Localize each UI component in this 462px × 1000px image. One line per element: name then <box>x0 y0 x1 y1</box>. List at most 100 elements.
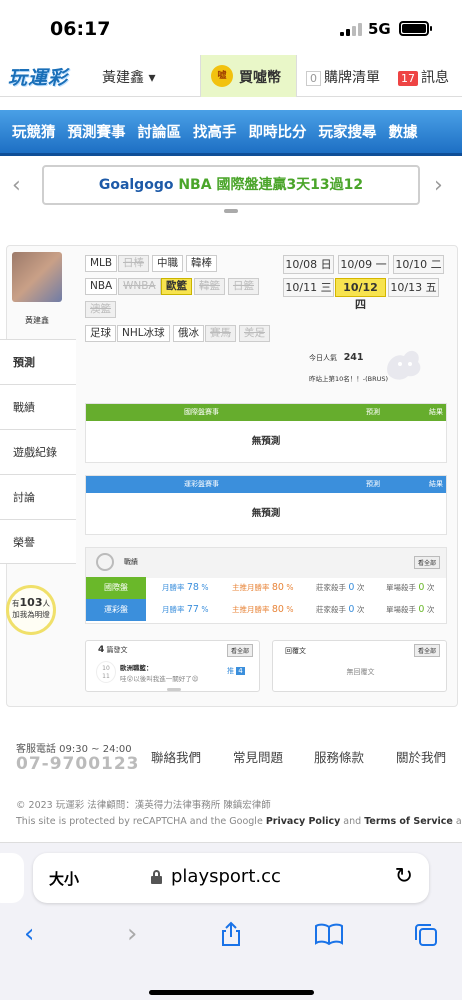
tab-game-log[interactable]: 遊戲紀錄 <box>0 429 76 474</box>
post-date: 10 11 <box>96 661 116 683</box>
footer-link-terms[interactable]: 服務條款 <box>314 747 364 766</box>
banner-pager <box>224 209 238 213</box>
replies-all-button[interactable]: 看全部 <box>413 644 440 657</box>
bet-list-link[interactable]: 0 購牌清單 <box>306 67 380 87</box>
league-tab[interactable]: 足球 <box>85 325 116 342</box>
league-tab-selected[interactable]: 歐籃 <box>161 278 192 295</box>
league-tab: 日籃 <box>228 278 259 295</box>
posts-all-button[interactable]: 看全部 <box>226 644 253 657</box>
back-icon[interactable]: ‹ <box>24 919 34 949</box>
previous-tab-preview[interactable] <box>0 853 24 903</box>
record-title: 戰績 <box>124 558 138 566</box>
clock: 06:17 <box>50 18 111 40</box>
buy-coins-button[interactable]: 噓 買噓幣 <box>200 55 297 97</box>
nav-item[interactable]: 玩家搜尋 <box>319 110 377 153</box>
tabs-icon[interactable] <box>413 922 439 948</box>
date-tab[interactable]: 10/11 三 <box>283 278 334 297</box>
league-tab: WNBA <box>118 278 161 295</box>
date-tab[interactable]: 10/09 一 <box>338 255 389 274</box>
push-count: 推 4 <box>227 667 245 675</box>
record-icon <box>96 553 114 571</box>
reload-icon[interactable]: ↻ <box>395 864 413 889</box>
date-tab[interactable]: 10/10 二 <box>393 255 444 274</box>
terms-link[interactable]: Terms of Service <box>364 816 453 827</box>
tab-honor[interactable]: 榮譽 <box>0 519 76 564</box>
league-tab[interactable]: MLB <box>85 255 118 272</box>
home-indicator <box>149 990 314 995</box>
nav-item[interactable]: 即時比分 <box>249 110 307 153</box>
site-logo[interactable]: 玩運彩 <box>8 63 68 90</box>
url-text: playsport.cc <box>171 866 281 887</box>
record-row: 運彩盤 月勝率 77 % 主推月勝率 80 % 莊家殺手 0 次 單場殺手 0 … <box>86 599 448 621</box>
messages-link[interactable]: 17 訊息 <box>398 67 449 87</box>
copyright: © 2023 玩運彩 法律顧問：漢英得力法律事務所 陳鎮宏律師 <box>16 800 271 811</box>
posts-pager <box>167 688 181 691</box>
today-popularity: 今日人氣 241 <box>309 352 364 363</box>
avatar[interactable] <box>12 252 62 302</box>
nav-item[interactable]: 預測賽事 <box>68 110 126 153</box>
record-all-button[interactable]: 看全部 <box>413 556 440 569</box>
banner-prev-icon[interactable]: ‹ <box>12 173 21 198</box>
record-row: 國際盤 月勝率 78 % 主推月勝率 80 % 莊家殺手 0 次 單場殺手 0 … <box>86 577 448 599</box>
nav-item[interactable]: 數據 <box>389 110 418 153</box>
league-tab[interactable]: 韓棒 <box>186 255 217 272</box>
signal-icon <box>340 22 362 36</box>
date-tab-selected[interactable]: 10/12 四 <box>335 278 386 311</box>
record-panel: 戰績 看全部 國際盤 月勝率 78 % 主推月勝率 80 % 莊家殺手 0 次 … <box>85 547 447 624</box>
league-tab[interactable]: NHL冰球 <box>117 325 170 342</box>
footer-link-contact[interactable]: 聯絡我們 <box>151 747 201 766</box>
league-tab: 韓籃 <box>194 278 225 295</box>
league-tab: 賽馬 <box>205 325 236 342</box>
footer-link-about[interactable]: 關於我們 <box>396 747 446 766</box>
date-tab[interactable]: 10/13 五 <box>388 278 439 297</box>
status-bar: 06:17 5G <box>0 0 462 50</box>
banner-next-icon[interactable]: › <box>434 173 443 198</box>
tab-record[interactable]: 戰績 <box>0 384 76 429</box>
promo-banner[interactable]: Goalgogo NBA 國際盤連贏3天13過12 <box>42 165 420 205</box>
rank-note: 昨站上第10名！！-(BRUS) <box>309 375 389 383</box>
footer-link-faq[interactable]: 常見問題 <box>233 747 283 766</box>
tab-discuss[interactable]: 討論 <box>0 474 76 519</box>
intl-predictions-table: 國際盤賽事 預測 結果 無預測 <box>85 403 447 463</box>
battery-icon <box>399 21 429 36</box>
league-tab[interactable]: 中職 <box>152 255 183 272</box>
date-tab[interactable]: 10/08 日 <box>283 255 334 274</box>
nav-item[interactable]: 討論區 <box>138 110 182 153</box>
footer: 客服電話 09:30 ~ 24:00 07-9700123 聯絡我們 常見問題 … <box>0 732 462 842</box>
coin-icon: 噓 <box>211 65 233 87</box>
replies-panel: 回覆文 看全部 無回覆文 <box>272 640 447 692</box>
privacy-link[interactable]: Privacy Policy <box>266 816 340 827</box>
league-tab[interactable]: 俄冰 <box>173 325 204 342</box>
lock-icon <box>151 870 162 884</box>
address-bar[interactable]: 大小 playsport.cc ↻ <box>33 853 429 903</box>
profile-name: 黃建鑫 <box>25 316 49 325</box>
empty-state: 無預測 <box>251 436 281 447</box>
lottery-predictions-table: 運彩盤賽事 預測 結果 無預測 <box>85 475 447 535</box>
empty-state: 無預測 <box>251 508 281 519</box>
user-menu[interactable]: 黃建鑫 ▾ <box>102 67 155 87</box>
forward-icon: › <box>127 919 138 949</box>
buy-coins-label: 買噓幣 <box>239 70 281 86</box>
network-label: 5G <box>368 20 391 38</box>
empty-state: 無回覆文 <box>346 668 375 676</box>
share-icon[interactable] <box>219 921 243 947</box>
popularity-badge[interactable]: 有103人 加我為明燈 <box>6 585 56 635</box>
posts-panel: 4 篇發文 看全部 10 11 歐洲職籃： 哇😲以後叫我進一關好了😫 推 4 <box>85 640 260 692</box>
recaptcha-note: This site is protected by reCAPTCHA and … <box>16 816 462 827</box>
tab-predict[interactable]: 預測 <box>0 339 76 384</box>
post-title[interactable]: 歐洲職籃： <box>120 662 153 672</box>
league-tab: 美足 <box>239 325 270 342</box>
browser-chrome: 大小 playsport.cc ↻ ‹ › <box>0 842 462 1000</box>
nav-item[interactable]: 找高手 <box>193 110 237 153</box>
league-tab: 澳籃 <box>85 301 116 318</box>
league-tab: 日棒 <box>118 255 149 272</box>
bookmarks-icon[interactable] <box>314 923 344 946</box>
league-tab[interactable]: NBA <box>85 278 118 295</box>
site-header: 玩運彩 黃建鑫 ▾ 噓 買噓幣 0 購牌清單 17 訊息 <box>0 55 462 97</box>
text-size-button[interactable]: 大小 <box>49 868 79 889</box>
mascot-icon <box>380 344 426 382</box>
message-count-badge: 17 <box>398 71 418 86</box>
service-phone[interactable]: 07-9700123 <box>16 754 140 774</box>
nav-item[interactable]: 玩競猜 <box>12 110 56 153</box>
bet-count-badge: 0 <box>306 71 321 86</box>
